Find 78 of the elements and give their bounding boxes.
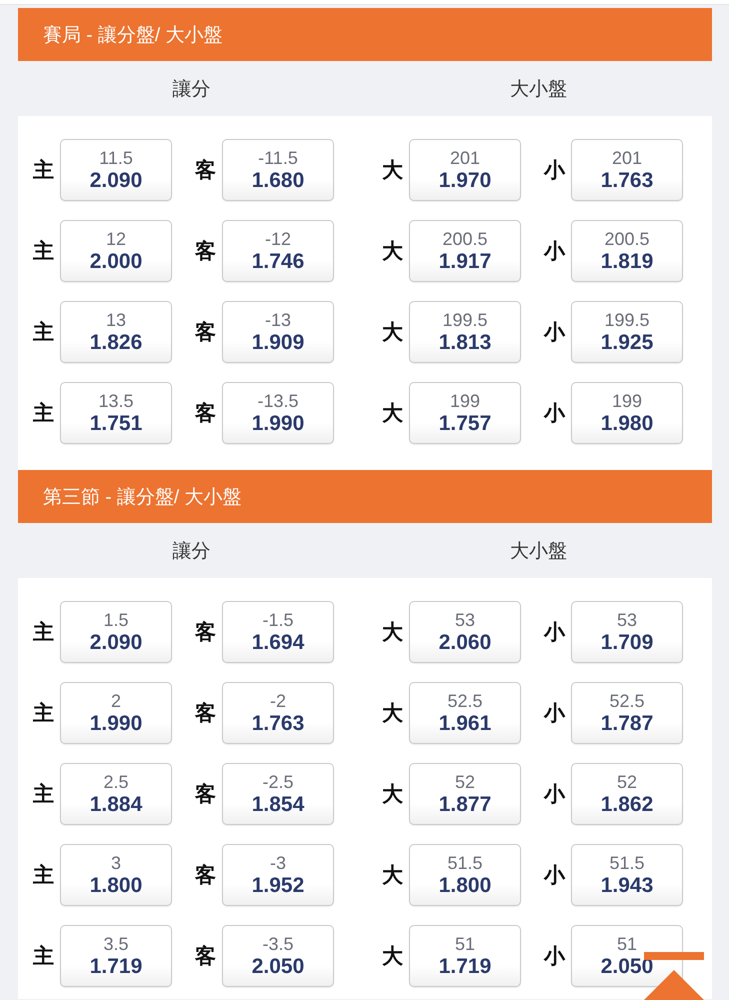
side-label: 小 — [544, 620, 564, 646]
side-label: 客 — [195, 400, 215, 427]
side-label: 小 — [544, 863, 564, 889]
odds-button[interactable]: 53 2.060 — [409, 601, 521, 663]
odds-button[interactable]: 12 2.000 — [60, 220, 172, 282]
odds-button[interactable]: 200.5 1.819 — [571, 220, 683, 282]
section-header: 第三節 - 讓分盤/ 大小盤 — [18, 470, 712, 523]
side-label: 小 — [544, 239, 564, 265]
side-label: 主 — [33, 700, 53, 727]
side-label: 客 — [195, 782, 215, 808]
odds-button[interactable]: 1.5 2.090 — [60, 601, 172, 663]
side-label: 客 — [195, 238, 215, 265]
side-label: 小 — [544, 320, 564, 346]
column-heading: 大小盤 — [510, 540, 567, 564]
side-label: 大 — [382, 239, 402, 265]
side-label: 小 — [544, 944, 564, 970]
side-label: 客 — [195, 158, 215, 184]
odds-button[interactable]: -1.5 1.694 — [222, 601, 334, 663]
side-label: 大 — [382, 158, 402, 184]
side-label: 主 — [33, 400, 53, 427]
column-heading: 讓分 — [172, 78, 210, 102]
odds-button[interactable]: 2.5 1.884 — [60, 763, 172, 825]
side-label: 大 — [382, 782, 402, 808]
odds-button[interactable]: 199 1.980 — [571, 382, 683, 444]
side-label: 主 — [33, 320, 53, 346]
odds-button[interactable]: -12 1.746 — [222, 220, 334, 282]
odds-button[interactable]: 199.5 1.925 — [571, 301, 683, 363]
side-label: 小 — [544, 782, 564, 808]
odds-button[interactable]: 51 1.719 — [409, 925, 521, 987]
odds-button[interactable]: -13.5 1.990 — [222, 382, 334, 444]
odds-button[interactable]: 51 2.050 — [571, 925, 683, 987]
odds-button[interactable]: 52.5 1.787 — [571, 682, 683, 744]
side-label: 主 — [33, 944, 53, 970]
side-label: 小 — [544, 701, 564, 727]
odds-button[interactable]: 201 1.970 — [409, 139, 521, 201]
odds-button[interactable]: 11.5 2.090 — [60, 139, 172, 201]
odds-button[interactable]: 199 1.757 — [409, 382, 521, 444]
side-label: 大 — [382, 944, 402, 970]
side-label: 小 — [544, 158, 564, 184]
side-label: 大 — [382, 401, 402, 427]
odds-button[interactable]: 51.5 1.943 — [571, 844, 683, 906]
odds-button[interactable]: 53 1.709 — [571, 601, 683, 663]
side-label: 客 — [195, 620, 215, 646]
odds-button[interactable]: 3.5 1.719 — [60, 925, 172, 987]
odds-button[interactable]: 52 1.862 — [571, 763, 683, 825]
odds-button[interactable]: -13 1.909 — [222, 301, 334, 363]
odds-button[interactable]: -3 1.952 — [222, 844, 334, 906]
odds-button[interactable]: 199.5 1.813 — [409, 301, 521, 363]
odds-button[interactable]: 201 1.763 — [571, 139, 683, 201]
side-label: 大 — [382, 620, 402, 646]
odds-button[interactable]: 3 1.800 — [60, 844, 172, 906]
odds-button[interactable]: -3.5 2.050 — [222, 925, 334, 987]
side-label: 主 — [33, 238, 53, 265]
odds-button[interactable]: -2.5 1.854 — [222, 763, 334, 825]
odds-button[interactable]: 52 1.877 — [409, 763, 521, 825]
odds-button[interactable]: 52.5 1.961 — [409, 682, 521, 744]
side-label: 大 — [382, 863, 402, 889]
side-label: 客 — [195, 320, 215, 346]
side-label: 主 — [33, 782, 53, 808]
side-label: 客 — [195, 944, 215, 970]
odds-button[interactable]: 13.5 1.751 — [60, 382, 172, 444]
column-heading: 大小盤 — [510, 78, 567, 102]
odds-button[interactable]: -2 1.763 — [222, 682, 334, 744]
odds-button[interactable]: 2 1.990 — [60, 682, 172, 744]
side-label: 小 — [544, 401, 564, 427]
odds-button[interactable]: 13 1.826 — [60, 301, 172, 363]
side-label: 主 — [33, 158, 53, 184]
side-label: 大 — [382, 701, 402, 727]
section-header: 賽局 - 讓分盤/ 大小盤 — [18, 8, 712, 61]
column-heading: 讓分 — [172, 540, 210, 564]
side-label: 主 — [33, 862, 53, 889]
odds-button[interactable]: 200.5 1.917 — [409, 220, 521, 282]
odds-button[interactable]: 51.5 1.800 — [409, 844, 521, 906]
side-label: 客 — [195, 700, 215, 727]
side-label: 大 — [382, 320, 402, 346]
odds-button[interactable]: -11.5 1.680 — [222, 139, 334, 201]
side-label: 客 — [195, 862, 215, 889]
side-label: 主 — [33, 620, 53, 646]
